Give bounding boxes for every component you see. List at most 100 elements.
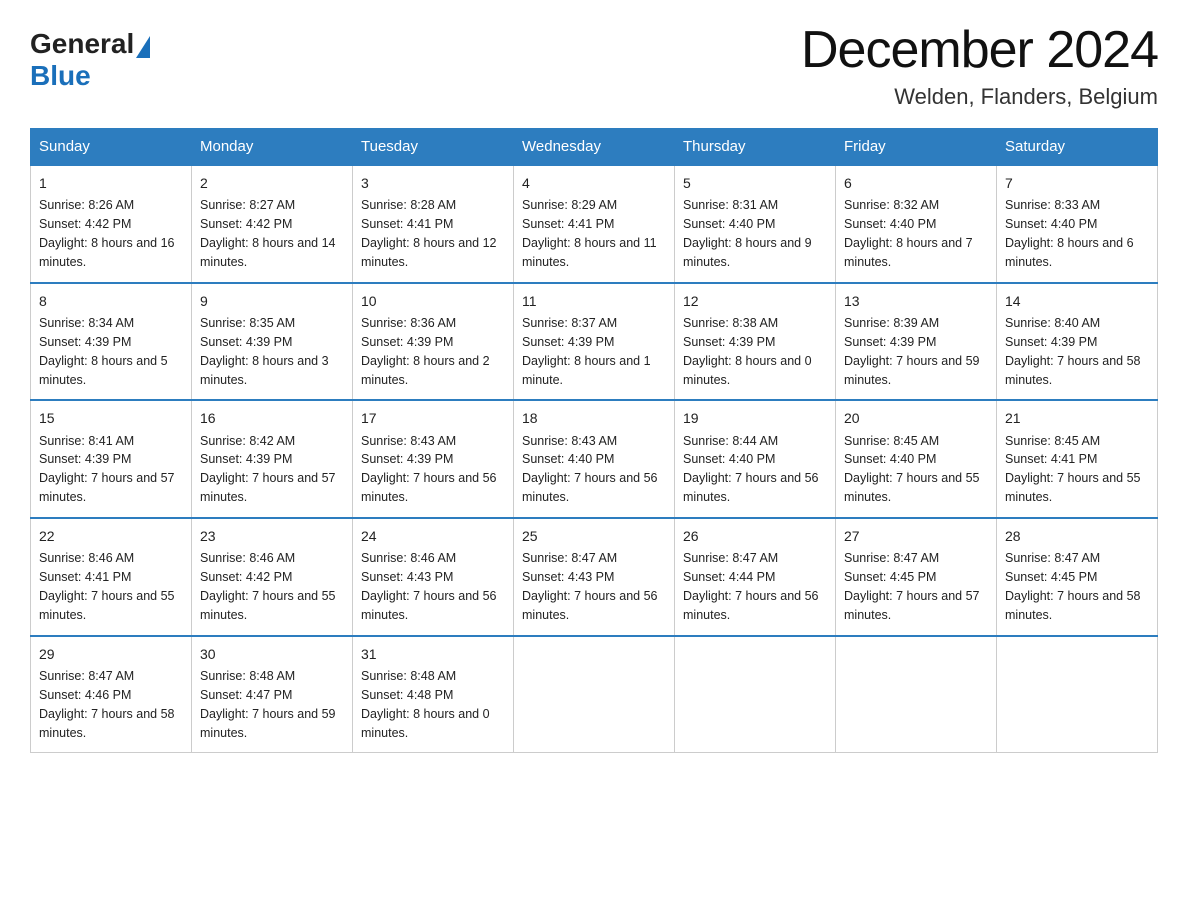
day-info: Sunrise: 8:41 AMSunset: 4:39 PMDaylight:…: [39, 434, 175, 505]
calendar-cell: 31 Sunrise: 8:48 AMSunset: 4:48 PMDaylig…: [353, 636, 514, 753]
calendar-cell: 6 Sunrise: 8:32 AMSunset: 4:40 PMDayligh…: [836, 165, 997, 283]
day-info: Sunrise: 8:47 AMSunset: 4:46 PMDaylight:…: [39, 669, 175, 740]
day-number: 24: [361, 526, 505, 546]
day-number: 21: [1005, 408, 1149, 428]
calendar-cell: 30 Sunrise: 8:48 AMSunset: 4:47 PMDaylig…: [192, 636, 353, 753]
header-friday: Friday: [836, 129, 997, 166]
day-number: 16: [200, 408, 344, 428]
day-info: Sunrise: 8:47 AMSunset: 4:44 PMDaylight:…: [683, 551, 819, 622]
logo: General Blue: [30, 28, 150, 92]
calendar-cell: 23 Sunrise: 8:46 AMSunset: 4:42 PMDaylig…: [192, 518, 353, 636]
calendar-week-row: 29 Sunrise: 8:47 AMSunset: 4:46 PMDaylig…: [31, 636, 1158, 753]
calendar-week-row: 22 Sunrise: 8:46 AMSunset: 4:41 PMDaylig…: [31, 518, 1158, 636]
calendar-cell: 9 Sunrise: 8:35 AMSunset: 4:39 PMDayligh…: [192, 283, 353, 401]
day-number: 15: [39, 408, 183, 428]
calendar-cell: 16 Sunrise: 8:42 AMSunset: 4:39 PMDaylig…: [192, 400, 353, 518]
day-info: Sunrise: 8:28 AMSunset: 4:41 PMDaylight:…: [361, 198, 497, 269]
calendar-cell: 18 Sunrise: 8:43 AMSunset: 4:40 PMDaylig…: [514, 400, 675, 518]
calendar-cell: 12 Sunrise: 8:38 AMSunset: 4:39 PMDaylig…: [675, 283, 836, 401]
calendar-cell: 3 Sunrise: 8:28 AMSunset: 4:41 PMDayligh…: [353, 165, 514, 283]
day-number: 19: [683, 408, 827, 428]
header-saturday: Saturday: [997, 129, 1158, 166]
day-info: Sunrise: 8:45 AMSunset: 4:41 PMDaylight:…: [1005, 434, 1141, 505]
calendar-cell: 2 Sunrise: 8:27 AMSunset: 4:42 PMDayligh…: [192, 165, 353, 283]
day-number: 12: [683, 291, 827, 311]
day-number: 23: [200, 526, 344, 546]
day-number: 27: [844, 526, 988, 546]
day-number: 3: [361, 173, 505, 193]
title-block: December 2024 Welden, Flanders, Belgium: [801, 20, 1158, 110]
calendar-cell: [675, 636, 836, 753]
day-number: 25: [522, 526, 666, 546]
day-number: 29: [39, 644, 183, 664]
day-info: Sunrise: 8:32 AMSunset: 4:40 PMDaylight:…: [844, 198, 973, 269]
day-info: Sunrise: 8:47 AMSunset: 4:45 PMDaylight:…: [1005, 551, 1141, 622]
day-info: Sunrise: 8:34 AMSunset: 4:39 PMDaylight:…: [39, 316, 168, 387]
day-number: 13: [844, 291, 988, 311]
day-number: 10: [361, 291, 505, 311]
logo-general-text: General: [30, 28, 134, 60]
day-info: Sunrise: 8:44 AMSunset: 4:40 PMDaylight:…: [683, 434, 819, 505]
calendar-cell: 25 Sunrise: 8:47 AMSunset: 4:43 PMDaylig…: [514, 518, 675, 636]
calendar-cell: 28 Sunrise: 8:47 AMSunset: 4:45 PMDaylig…: [997, 518, 1158, 636]
day-number: 18: [522, 408, 666, 428]
day-number: 14: [1005, 291, 1149, 311]
day-info: Sunrise: 8:47 AMSunset: 4:43 PMDaylight:…: [522, 551, 658, 622]
header-wednesday: Wednesday: [514, 129, 675, 166]
day-info: Sunrise: 8:27 AMSunset: 4:42 PMDaylight:…: [200, 198, 336, 269]
day-info: Sunrise: 8:46 AMSunset: 4:43 PMDaylight:…: [361, 551, 497, 622]
header-sunday: Sunday: [31, 129, 192, 166]
location-title: Welden, Flanders, Belgium: [801, 84, 1158, 110]
calendar-week-row: 1 Sunrise: 8:26 AMSunset: 4:42 PMDayligh…: [31, 165, 1158, 283]
day-number: 9: [200, 291, 344, 311]
day-number: 22: [39, 526, 183, 546]
weekday-header-row: Sunday Monday Tuesday Wednesday Thursday…: [31, 129, 1158, 166]
day-info: Sunrise: 8:35 AMSunset: 4:39 PMDaylight:…: [200, 316, 329, 387]
calendar-cell: 24 Sunrise: 8:46 AMSunset: 4:43 PMDaylig…: [353, 518, 514, 636]
day-info: Sunrise: 8:43 AMSunset: 4:39 PMDaylight:…: [361, 434, 497, 505]
day-number: 31: [361, 644, 505, 664]
day-info: Sunrise: 8:26 AMSunset: 4:42 PMDaylight:…: [39, 198, 175, 269]
day-info: Sunrise: 8:46 AMSunset: 4:42 PMDaylight:…: [200, 551, 336, 622]
day-info: Sunrise: 8:37 AMSunset: 4:39 PMDaylight:…: [522, 316, 651, 387]
calendar-cell: 14 Sunrise: 8:40 AMSunset: 4:39 PMDaylig…: [997, 283, 1158, 401]
calendar-cell: 5 Sunrise: 8:31 AMSunset: 4:40 PMDayligh…: [675, 165, 836, 283]
calendar-cell: 21 Sunrise: 8:45 AMSunset: 4:41 PMDaylig…: [997, 400, 1158, 518]
calendar-cell: 29 Sunrise: 8:47 AMSunset: 4:46 PMDaylig…: [31, 636, 192, 753]
day-number: 7: [1005, 173, 1149, 193]
calendar-cell: 1 Sunrise: 8:26 AMSunset: 4:42 PMDayligh…: [31, 165, 192, 283]
day-info: Sunrise: 8:39 AMSunset: 4:39 PMDaylight:…: [844, 316, 980, 387]
day-number: 1: [39, 173, 183, 193]
day-number: 4: [522, 173, 666, 193]
day-number: 8: [39, 291, 183, 311]
day-info: Sunrise: 8:36 AMSunset: 4:39 PMDaylight:…: [361, 316, 490, 387]
calendar-cell: 13 Sunrise: 8:39 AMSunset: 4:39 PMDaylig…: [836, 283, 997, 401]
day-number: 17: [361, 408, 505, 428]
calendar-cell: 8 Sunrise: 8:34 AMSunset: 4:39 PMDayligh…: [31, 283, 192, 401]
header-monday: Monday: [192, 129, 353, 166]
day-number: 2: [200, 173, 344, 193]
calendar-week-row: 8 Sunrise: 8:34 AMSunset: 4:39 PMDayligh…: [31, 283, 1158, 401]
day-info: Sunrise: 8:31 AMSunset: 4:40 PMDaylight:…: [683, 198, 812, 269]
day-info: Sunrise: 8:40 AMSunset: 4:39 PMDaylight:…: [1005, 316, 1141, 387]
day-number: 26: [683, 526, 827, 546]
month-title: December 2024: [801, 20, 1158, 80]
calendar-cell: 26 Sunrise: 8:47 AMSunset: 4:44 PMDaylig…: [675, 518, 836, 636]
header-tuesday: Tuesday: [353, 129, 514, 166]
calendar-cell: 10 Sunrise: 8:36 AMSunset: 4:39 PMDaylig…: [353, 283, 514, 401]
calendar-cell: 19 Sunrise: 8:44 AMSunset: 4:40 PMDaylig…: [675, 400, 836, 518]
day-number: 11: [522, 291, 666, 311]
day-info: Sunrise: 8:33 AMSunset: 4:40 PMDaylight:…: [1005, 198, 1134, 269]
calendar-cell: 11 Sunrise: 8:37 AMSunset: 4:39 PMDaylig…: [514, 283, 675, 401]
day-number: 30: [200, 644, 344, 664]
calendar-cell: [836, 636, 997, 753]
calendar-cell: 22 Sunrise: 8:46 AMSunset: 4:41 PMDaylig…: [31, 518, 192, 636]
logo-blue-text: Blue: [30, 60, 91, 92]
calendar-cell: 7 Sunrise: 8:33 AMSunset: 4:40 PMDayligh…: [997, 165, 1158, 283]
day-info: Sunrise: 8:46 AMSunset: 4:41 PMDaylight:…: [39, 551, 175, 622]
calendar-cell: 20 Sunrise: 8:45 AMSunset: 4:40 PMDaylig…: [836, 400, 997, 518]
day-number: 5: [683, 173, 827, 193]
day-info: Sunrise: 8:29 AMSunset: 4:41 PMDaylight:…: [522, 198, 657, 269]
calendar-cell: [514, 636, 675, 753]
day-number: 20: [844, 408, 988, 428]
